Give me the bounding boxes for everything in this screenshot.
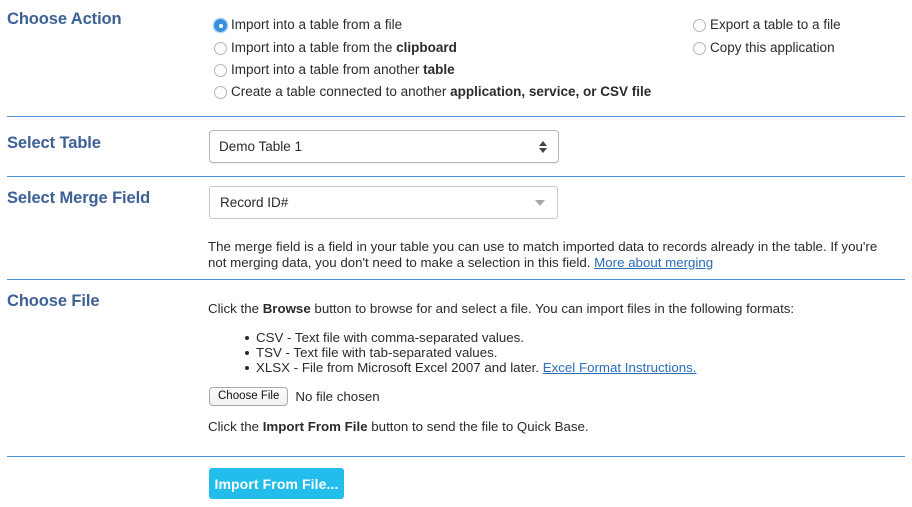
more-about-merging-link[interactable]: More about merging — [594, 255, 713, 270]
radio-indicator[interactable] — [693, 19, 706, 32]
outro-after: button to send the file to Quick Base. — [367, 419, 589, 434]
radio-import-from-another-table[interactable]: Import into a table from another table — [214, 62, 455, 78]
section-divider — [7, 116, 905, 117]
radio-import-from-clipboard[interactable]: Import into a table from the clipboard — [214, 40, 457, 56]
list-item-csv: CSV - Text file with comma-separated val… — [244, 330, 696, 345]
radio-indicator[interactable] — [214, 64, 227, 77]
select-table-dropdown[interactable]: Demo Table 1 — [209, 130, 559, 163]
outro-before: Click the — [208, 419, 263, 434]
radio-indicator[interactable] — [693, 42, 706, 55]
list-item-xlsx: XLSX - File from Microsoft Excel 2007 an… — [244, 360, 697, 375]
section-title-select-table: Select Table — [7, 134, 101, 152]
radio-label: Import into a table from a file — [231, 17, 403, 32]
import-from-file-button[interactable]: Import From File... — [209, 468, 344, 499]
section-divider — [7, 279, 905, 280]
chevron-down-icon[interactable] — [535, 199, 545, 206]
merge-field-help-text: The merge field is a field in your table… — [208, 239, 903, 270]
section-divider — [7, 176, 905, 177]
intro-after: button to browse for and select a file. … — [310, 301, 795, 316]
radio-import-from-file[interactable]: Import into a table from a file — [214, 17, 402, 33]
file-status-text: No file chosen — [295, 389, 380, 404]
merge-field-value: Record ID# — [220, 195, 289, 210]
radio-indicator[interactable] — [214, 42, 227, 55]
excel-format-instructions-link[interactable]: Excel Format Instructions. — [543, 360, 697, 375]
select-table-value: Demo Table 1 — [219, 139, 303, 154]
radio-export-table-to-file[interactable]: Export a table to a file — [693, 17, 841, 33]
choose-file-outro-text: Click the Import From File button to sen… — [208, 419, 908, 435]
section-title-choose-action: Choose Action — [7, 10, 122, 28]
radio-label: Create a table connected to another appl… — [231, 84, 652, 99]
radio-label: Copy this application — [710, 40, 835, 55]
outro-bold-import-from-file: Import From File — [262, 419, 368, 434]
section-title-select-merge-field: Select Merge Field — [7, 189, 151, 207]
merge-field-dropdown[interactable]: Record ID# — [209, 186, 558, 219]
merge-help-line-2: not merging data, you don't need to make… — [208, 254, 595, 270]
radio-label: Import into a table from the clipboard — [231, 40, 457, 55]
radio-label: Import into a table from another table — [231, 62, 455, 77]
list-item-tsv: TSV - Text file with tab-separated value… — [244, 345, 696, 360]
section-title-choose-file: Choose File — [7, 292, 100, 310]
merge-help-line-1: The merge field is a field in your table… — [208, 239, 878, 254]
radio-label: Export a table to a file — [710, 17, 841, 32]
choose-file-button[interactable]: Choose File — [209, 387, 289, 406]
supported-formats-list: CSV - Text file with comma-separated val… — [238, 330, 696, 375]
section-divider — [7, 456, 905, 457]
intro-before: Click the — [208, 301, 263, 316]
radio-copy-this-application[interactable]: Copy this application — [693, 40, 835, 56]
spinner-arrows-icon[interactable] — [534, 140, 552, 153]
radio-indicator[interactable] — [214, 19, 227, 32]
radio-indicator[interactable] — [214, 86, 227, 99]
intro-bold-browse: Browse — [262, 301, 311, 316]
import-export-page: Choose Action Import into a table from a… — [0, 0, 912, 507]
file-picker-row[interactable]: Choose File No file chosen — [209, 387, 380, 406]
choose-file-intro-text: Click the Browse button to browse for an… — [208, 301, 908, 317]
radio-create-connected-table[interactable]: Create a table connected to another appl… — [214, 84, 651, 100]
